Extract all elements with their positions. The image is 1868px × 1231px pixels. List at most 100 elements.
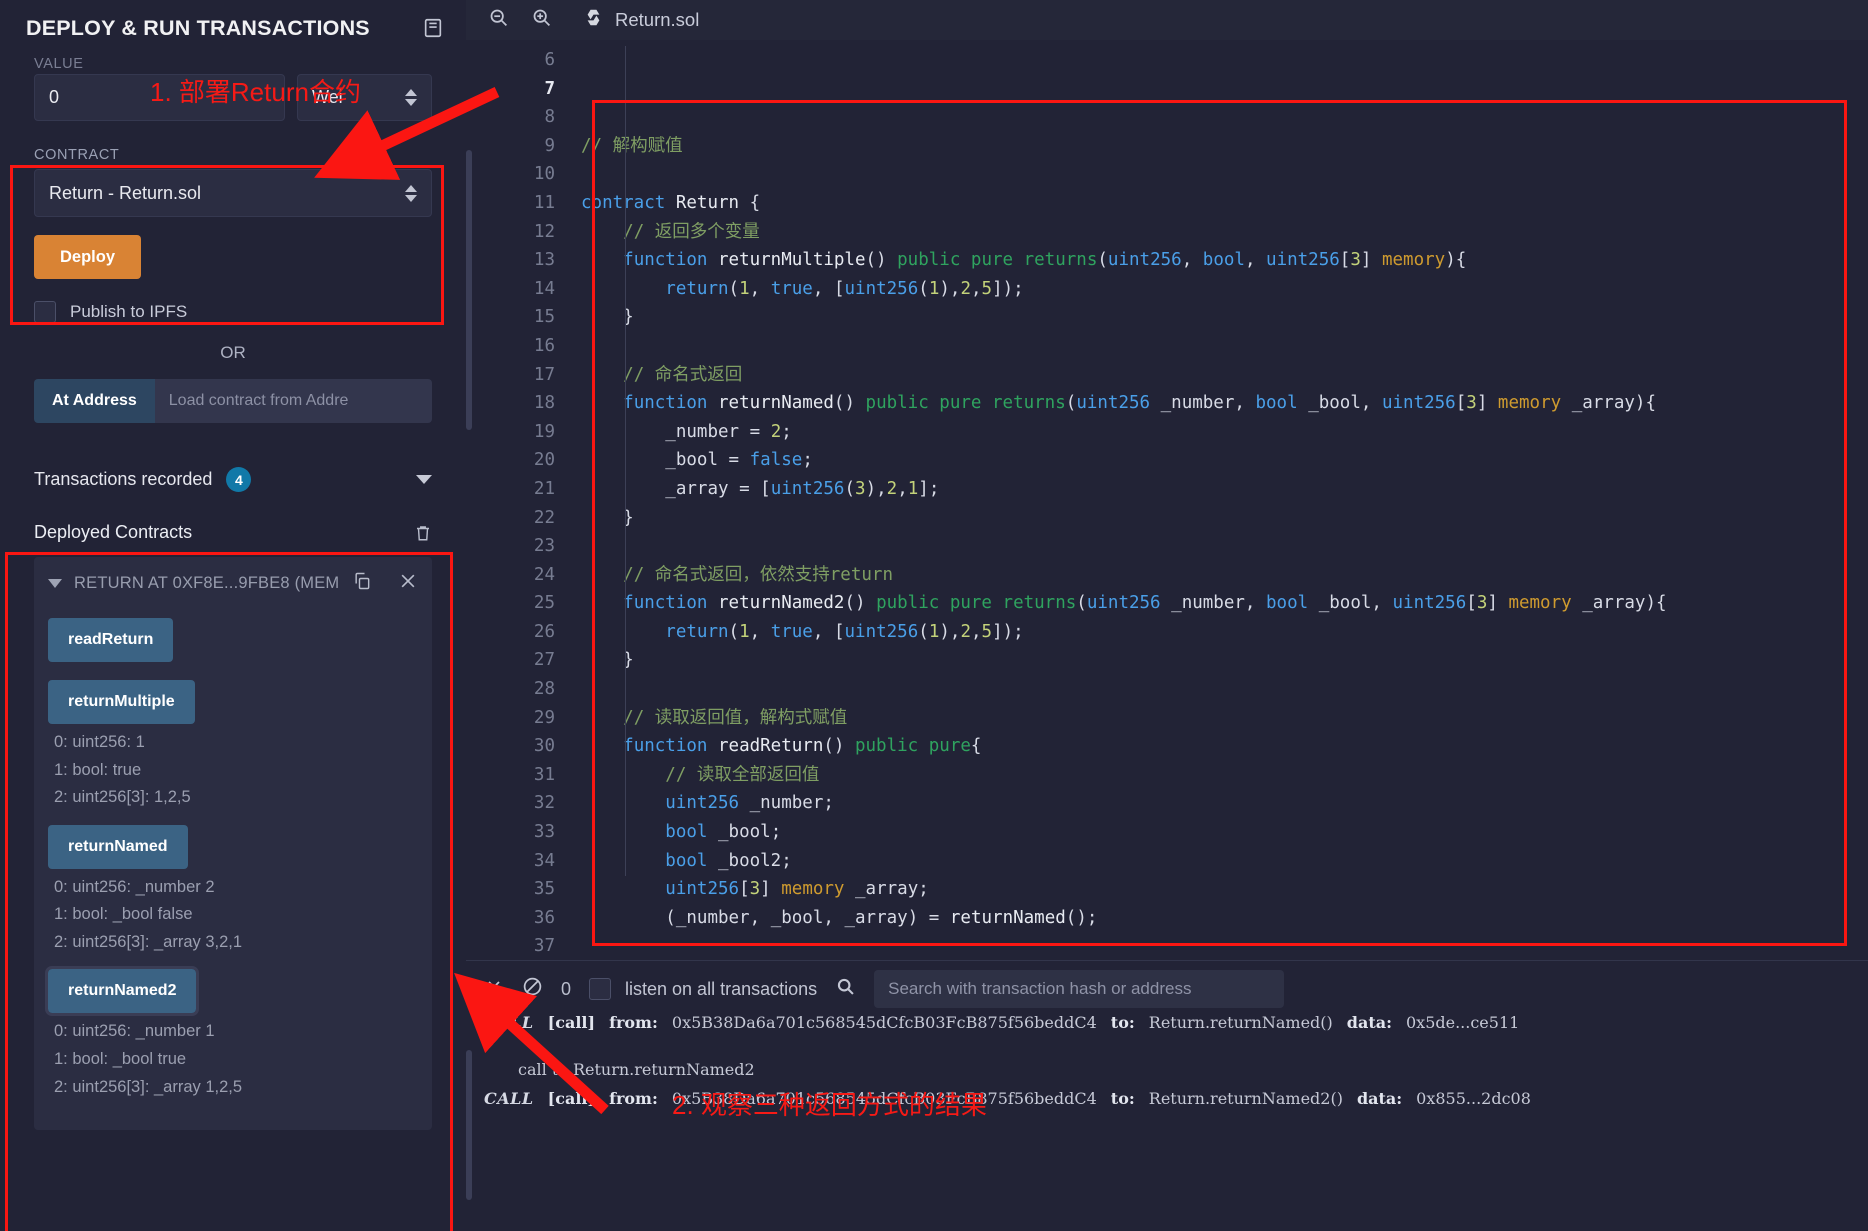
line-number: 28 <box>533 679 555 700</box>
contract-selected-label: Return - Return.sol <box>49 182 202 203</box>
instance-name: RETURN AT 0XF8E...9FBE8 (MEMC <box>74 574 340 592</box>
line-number: 21 <box>533 478 555 499</box>
line-number: 25 <box>533 593 555 614</box>
file-tab[interactable]: Return.sol <box>584 8 699 32</box>
code-line[interactable]: } <box>581 646 1868 675</box>
publish-ipfs-checkbox[interactable] <box>34 301 56 323</box>
editor-toolbar: Return.sol <box>466 0 1868 40</box>
code-line[interactable]: function readReturn() public pure{ <box>581 732 1868 761</box>
contract-select[interactable]: Return - Return.sol <box>34 169 432 217</box>
copy-icon[interactable] <box>352 571 372 596</box>
line-number: 6 <box>544 50 555 70</box>
code-line[interactable]: } <box>581 303 1868 332</box>
line-number: 26 <box>533 621 555 642</box>
trash-icon[interactable] <box>414 524 432 542</box>
chevron-down-icon[interactable] <box>48 579 62 588</box>
line-number: 16 <box>533 335 555 356</box>
code-line[interactable]: function returnNamed2() public pure retu… <box>581 589 1868 618</box>
close-icon[interactable] <box>398 571 418 596</box>
function-output-row: 1: bool: _bool true <box>54 1049 187 1068</box>
zoom-in-icon[interactable] <box>531 7 552 33</box>
chevron-down-icon[interactable] <box>416 475 432 484</box>
listen-all-transactions-row[interactable]: listen on all transactions <box>589 978 817 1000</box>
editor-scrollbar-thumb[interactable] <box>466 150 472 430</box>
code-line[interactable]: // 读取全部返回值 <box>581 761 1868 790</box>
code-line[interactable]: _bool = false; <box>581 446 1868 475</box>
terminal-toolbar: 0 listen on all transactions Search with… <box>466 961 1868 1017</box>
chevrons-down-icon[interactable] <box>484 977 504 1002</box>
line-number: 8 <box>544 107 555 128</box>
deploy-run-panel: DEPLOY & RUN TRANSACTIONS VALUE 0 Wei CO… <box>0 0 466 1231</box>
zoom-out-icon[interactable] <box>488 7 509 33</box>
function-output-row: 0: uint256: _number 2 <box>54 877 215 896</box>
code-line[interactable]: bool _bool2; <box>581 847 1868 876</box>
function-output-row: 2: uint256[3]: _array 1,2,5 <box>54 1077 243 1096</box>
book-icon[interactable] <box>422 17 444 39</box>
code-line[interactable]: uint256[3] memory _array; <box>581 875 1868 904</box>
line-number: 29 <box>533 707 555 728</box>
line-number: 34 <box>533 850 555 871</box>
line-number: 32 <box>533 793 555 814</box>
code-line[interactable]: return(1, true, [uint256(1),2,5]); <box>581 275 1868 304</box>
code-line[interactable]: // 返回多个变量 <box>581 218 1868 247</box>
listen-all-transactions-checkbox[interactable] <box>589 978 612 1000</box>
terminal-scrollbar-thumb[interactable] <box>466 1050 472 1200</box>
function-button-returnNamed[interactable]: returnNamed <box>48 824 188 869</box>
line-number: 14 <box>533 278 555 299</box>
code-line[interactable]: uint256 _number; <box>581 789 1868 818</box>
function-output-row: 0: uint256: _number 1 <box>54 1022 215 1041</box>
instance-header[interactable]: RETURN AT 0XF8E...9FBE8 (MEMC <box>34 571 432 596</box>
line-number: 12 <box>533 221 555 242</box>
code-line[interactable] <box>581 675 1868 704</box>
code-line[interactable]: function returnMultiple() public pure re… <box>581 246 1868 275</box>
function-button-returnMultiple[interactable]: returnMultiple <box>48 680 195 724</box>
code-line[interactable]: } <box>581 504 1868 533</box>
log-token: data: <box>1346 1013 1392 1032</box>
function-button-readReturn[interactable]: readReturn <box>48 618 174 662</box>
no-entry-icon[interactable] <box>522 976 543 1002</box>
page-title: DEPLOY & RUN TRANSACTIONS <box>26 15 370 40</box>
code-line[interactable] <box>581 160 1868 189</box>
pending-transaction-count: 0 <box>561 978 572 999</box>
log-token: from: <box>609 1089 658 1108</box>
line-number: 10 <box>533 164 555 185</box>
code-line[interactable]: _array = [uint256(3),2,1]; <box>581 475 1868 504</box>
code-line[interactable] <box>581 332 1868 361</box>
code-line[interactable]: // 读取返回值，解构式赋值 <box>581 704 1868 733</box>
publish-ipfs-row[interactable]: Publish to IPFS <box>34 301 432 323</box>
code-line[interactable]: function returnNamed() public pure retur… <box>581 389 1868 418</box>
code-line[interactable]: // 命名式返回 <box>581 361 1868 390</box>
log-token: 0x855...2dc08 <box>1416 1089 1531 1108</box>
log-token: data: <box>1356 1089 1403 1108</box>
code-content[interactable]: // 解构赋值 contract Return { // 返回多个变量 func… <box>571 40 1868 960</box>
function-output: 0: uint256: _number 1 1: bool: _bool true… <box>48 1019 418 1100</box>
terminal-text-row[interactable]: call to Return.returnNamed2 <box>518 1060 1850 1079</box>
line-number: 36 <box>533 907 555 928</box>
chevron-updown-icon <box>405 184 417 202</box>
code-line[interactable] <box>581 932 1868 960</box>
at-address-input[interactable]: Load contract from Addre <box>154 379 432 423</box>
code-line[interactable]: (_number, _bool, _array) = returnNamed()… <box>581 904 1868 933</box>
at-address-button[interactable]: At Address <box>34 379 155 423</box>
code-line[interactable]: _number = 2; <box>581 418 1868 447</box>
line-number: 18 <box>533 393 555 414</box>
search-icon[interactable] <box>835 976 856 1002</box>
code-line[interactable]: return(1, true, [uint256(1),2,5]); <box>581 618 1868 647</box>
terminal-call-row[interactable]: CALL [call] from: 0x5B38Da6a701c568545dCfcB… <box>484 1013 1850 1032</box>
deploy-button[interactable]: Deploy <box>34 235 142 279</box>
terminal-search-input[interactable]: Search with transaction hash or address <box>874 970 1285 1008</box>
code-area[interactable]: 6 7 8 9 10 11 12 13 14 15 16 17 18 19 20 21 22 23 24 25 26 27… <box>466 40 1868 985</box>
value-label: VALUE <box>34 56 84 72</box>
code-line[interactable]: bool _bool; <box>581 818 1868 847</box>
line-number: 7 <box>544 78 555 99</box>
code-line[interactable]: // 解构赋值 <box>581 132 1868 161</box>
line-number: 24 <box>533 564 555 585</box>
function-button-returnNamed2[interactable]: returnNamed2 <box>44 966 200 1017</box>
line-number: 23 <box>533 536 555 557</box>
code-line[interactable] <box>581 532 1868 561</box>
code-line[interactable]: contract Return { <box>581 189 1868 218</box>
log-token: [call] <box>547 1089 596 1108</box>
transactions-recorded-row[interactable]: Transactions recorded 4 <box>34 467 432 492</box>
log-token: from: <box>609 1013 658 1032</box>
code-line[interactable]: // 命名式返回，依然支持return <box>581 561 1868 590</box>
